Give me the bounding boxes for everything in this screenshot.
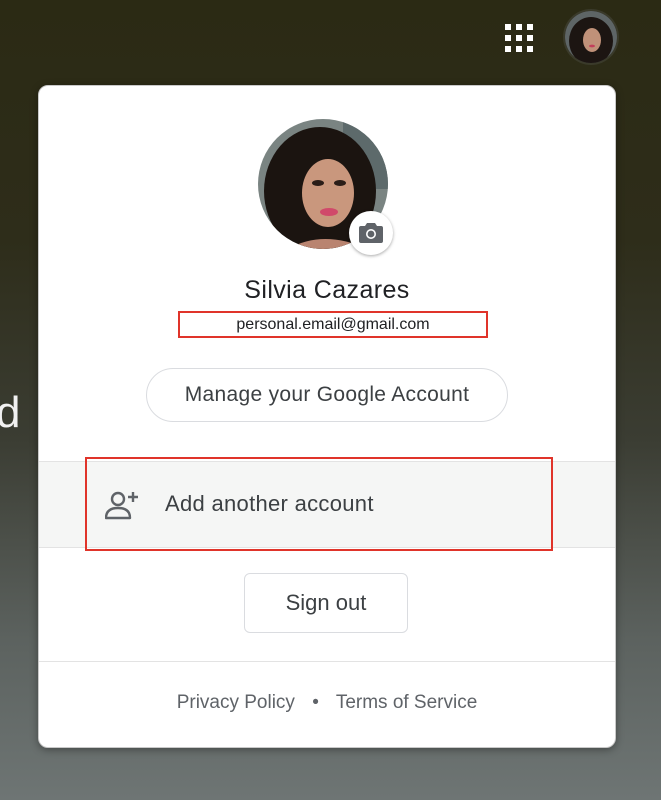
footer-separator: •	[312, 692, 319, 713]
camera-icon	[359, 223, 383, 243]
change-photo-button[interactable]	[349, 211, 393, 255]
add-another-account-row[interactable]: Add another account	[39, 457, 615, 551]
account-menu-card: Silvia Cazares personal.email@gmail.com …	[38, 85, 616, 748]
divider	[39, 661, 615, 662]
person-add-icon	[105, 491, 138, 520]
terms-of-service-link[interactable]: Terms of Service	[336, 692, 477, 713]
manage-account-button[interactable]: Manage your Google Account	[146, 368, 508, 422]
account-email: personal.email@gmail.com	[178, 311, 488, 338]
privacy-policy-link[interactable]: Privacy Policy	[177, 692, 295, 713]
footer-links: Privacy Policy • Terms of Service	[39, 692, 615, 714]
add-another-account-label: Add another account	[165, 491, 374, 516]
profile-avatar-icon	[565, 11, 617, 63]
apps-grid-icon[interactable]	[505, 24, 533, 52]
account-name: Silvia Cazares	[244, 276, 410, 304]
sign-out-button[interactable]: Sign out	[244, 573, 408, 633]
account-avatar-button[interactable]	[565, 11, 617, 63]
